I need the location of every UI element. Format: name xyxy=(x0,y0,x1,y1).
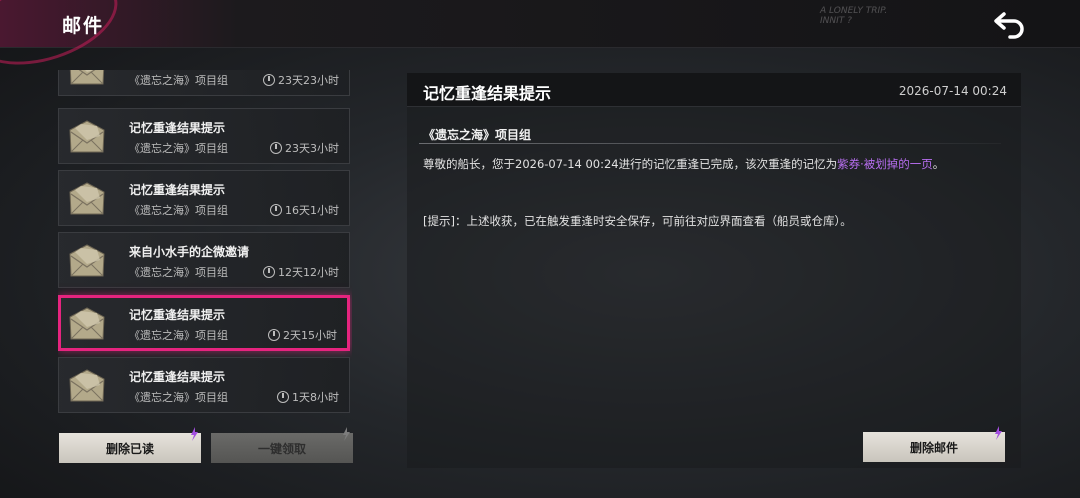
mail-detail-panel: 记忆重逢结果提示 2026-07-14 00:24 《遗忘之海》项目组 尊敬的船… xyxy=(407,73,1021,468)
clock-icon xyxy=(263,74,275,86)
mail-expiry: 16天1小时 xyxy=(270,202,339,218)
mail-title: 来自小水手的企微邀请 xyxy=(129,245,250,259)
delete-read-label: 删除已读 xyxy=(105,441,154,456)
envelope-icon xyxy=(67,240,107,280)
mail-expiry: 23天23小时 xyxy=(263,72,339,88)
mail-title: 记忆重逢结果提示 xyxy=(129,308,226,322)
mail-expiry: 1天8小时 xyxy=(277,389,339,405)
envelope-icon xyxy=(67,303,107,343)
spark-icon xyxy=(191,427,198,441)
mail-list-item[interactable]: 记忆重逢结果提示 《遗忘之海》项目组 23天3小时 xyxy=(58,108,350,164)
delete-read-button[interactable]: 删除已读 xyxy=(59,427,201,463)
divider xyxy=(419,143,1001,144)
mail-expiry: 2天15小时 xyxy=(268,327,337,343)
clock-icon xyxy=(263,266,275,278)
clock-icon xyxy=(268,329,280,341)
mail-sender: 《遗忘之海》项目组 xyxy=(129,204,228,217)
spark-icon xyxy=(995,426,1002,440)
clock-icon xyxy=(270,142,282,154)
delete-mail-button[interactable]: 删除邮件 xyxy=(863,426,1005,462)
detail-header: 记忆重逢结果提示 2026-07-14 00:24 xyxy=(407,73,1021,107)
clock-icon xyxy=(270,204,282,216)
collect-all-button[interactable]: 一键领取 xyxy=(211,427,353,463)
detail-date: 2026-07-14 00:24 xyxy=(898,84,1007,98)
mail-sender: 《遗忘之海》项目组 xyxy=(129,266,228,279)
envelope-icon xyxy=(67,70,107,88)
mail-sender: 《遗忘之海》项目组 xyxy=(129,74,228,87)
mail-list-item[interactable]: 记忆重逢结果提示 《遗忘之海》项目组 16天1小时 xyxy=(58,170,350,226)
clock-icon xyxy=(277,391,289,403)
mail-list: 《遗忘之海》项目组 23天23小时 记忆重逢结果提示 《遗忘之海》项目组 23天3小时记… xyxy=(58,70,352,415)
mail-sender: 《遗忘之海》项目组 xyxy=(129,142,228,155)
detail-sender: 《遗忘之海》项目组 xyxy=(423,128,532,142)
detail-body: 尊敬的船长，您于2026-07-14 00:24进行的记忆重逢已完成，该次重逢的… xyxy=(423,157,945,171)
mail-expiry: 23天3小时 xyxy=(270,140,339,156)
back-button[interactable] xyxy=(990,8,1030,40)
mail-title: 记忆重逢结果提示 xyxy=(129,121,226,135)
delete-mail-label: 删除邮件 xyxy=(909,440,958,455)
mail-title: 记忆重逢结果提示 xyxy=(129,183,226,197)
envelope-icon xyxy=(67,116,107,156)
mail-sender: 《遗忘之海》项目组 xyxy=(129,391,228,404)
detail-title: 记忆重逢结果提示 xyxy=(423,84,552,103)
mail-title: 记忆重逢结果提示 xyxy=(129,370,226,384)
detail-note: [提示]：上述收获，已在触发重逢时安全保存，可前往对应界面查看（船员或仓库）。 xyxy=(423,214,852,228)
mail-list-item[interactable]: 来自小水手的企微邀请 《遗忘之海》项目组 12天12小时 xyxy=(58,232,350,288)
page-title: 邮件 xyxy=(62,15,105,37)
collect-all-label: 一键领取 xyxy=(257,441,306,456)
envelope-icon xyxy=(67,178,107,218)
mail-list-item[interactable]: 记忆重逢结果提示 《遗忘之海》项目组 2天15小时 xyxy=(58,295,350,351)
spark-icon xyxy=(343,427,350,441)
mail-list-item[interactable]: 记忆重逢结果提示 《遗忘之海》项目组 1天8小时 xyxy=(58,357,350,413)
header-deco-text: A LONELY TRIP. INNIT ? xyxy=(820,6,888,26)
mail-expiry: 12天12小时 xyxy=(263,264,339,280)
mail-sender: 《遗忘之海》项目组 xyxy=(129,329,228,342)
mail-list-item[interactable]: 《遗忘之海》项目组 23天23小时 xyxy=(58,70,350,96)
envelope-icon xyxy=(67,365,107,405)
back-arrow-icon xyxy=(994,12,1024,39)
top-bar: 邮件 A LONELY TRIP. INNIT ? xyxy=(0,0,1080,82)
reward-highlight: 紫券·被划掉的一页 xyxy=(837,157,933,171)
